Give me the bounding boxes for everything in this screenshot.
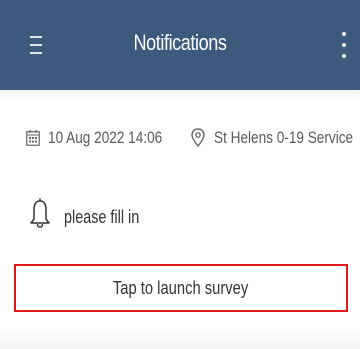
bell-icon: [30, 198, 50, 228]
location-pin-icon: [191, 128, 205, 148]
calendar-icon: [26, 130, 40, 146]
notification-meta: 10 Aug 2022 14:06 St Helens 0-19 Service: [0, 124, 360, 154]
launch-survey-label: Tap to launch survey: [113, 277, 249, 298]
notification-date: 10 Aug 2022 14:06: [48, 128, 163, 147]
notification-message: please fill in: [0, 198, 360, 238]
notification-location: St Helens 0-19 Service: [214, 128, 354, 147]
card-bottom-shadow: [0, 326, 360, 349]
header-shadow: [0, 90, 360, 100]
launch-survey-button[interactable]: Tap to launch survey: [14, 264, 348, 312]
page-title: Notifications: [133, 30, 227, 55]
notification-message-text: please fill in: [64, 207, 140, 227]
more-vertical-icon[interactable]: [341, 30, 347, 60]
app-bar: Notifications: [0, 0, 360, 90]
